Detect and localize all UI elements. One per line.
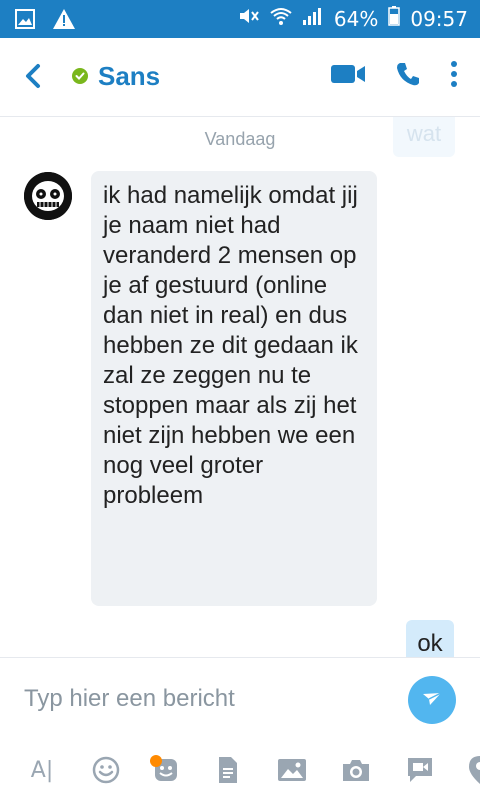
new-badge bbox=[150, 755, 162, 767]
battery-icon bbox=[388, 6, 401, 31]
status-left-icons bbox=[14, 8, 76, 35]
more-vertical-icon bbox=[451, 61, 457, 87]
status-bar: 64% 09:57 bbox=[0, 0, 480, 38]
outgoing-message[interactable]: ok bbox=[406, 620, 454, 660]
conversation-header: Sans bbox=[0, 38, 480, 117]
message-input[interactable] bbox=[22, 678, 386, 720]
send-icon bbox=[423, 692, 442, 705]
more-options-button[interactable] bbox=[450, 60, 458, 93]
clock: 09:57 bbox=[410, 6, 468, 31]
voice-call-button[interactable] bbox=[394, 60, 422, 93]
signal-icon bbox=[302, 6, 324, 31]
status-right-icons: 64% 09:57 bbox=[238, 6, 468, 31]
gallery-icon[interactable] bbox=[272, 750, 312, 790]
phone-icon bbox=[397, 63, 419, 86]
video-message-icon[interactable] bbox=[400, 750, 440, 790]
video-camera-icon bbox=[331, 65, 365, 83]
video-call-button[interactable] bbox=[330, 62, 366, 91]
send-button[interactable] bbox=[408, 676, 456, 724]
skull-avatar-icon bbox=[24, 172, 72, 220]
emoticon-icon[interactable] bbox=[86, 750, 126, 790]
battery-percentage: 64% bbox=[333, 6, 379, 31]
warning-icon bbox=[52, 8, 76, 35]
incoming-message[interactable]: ik had namelijk omdat jij je naam niet h… bbox=[91, 171, 377, 606]
message-composer bbox=[0, 657, 480, 741]
online-status-icon bbox=[72, 68, 88, 84]
header-actions bbox=[330, 60, 458, 93]
back-button[interactable] bbox=[20, 62, 48, 90]
font-icon[interactable]: A| bbox=[22, 750, 62, 790]
file-icon[interactable] bbox=[208, 750, 248, 790]
back-arrow-icon bbox=[20, 64, 48, 94]
gallery-notification-icon bbox=[14, 8, 36, 35]
sticker-icon[interactable] bbox=[146, 750, 186, 790]
avatar[interactable] bbox=[24, 172, 72, 220]
camera-icon[interactable] bbox=[336, 750, 376, 790]
date-separator: Vandaag bbox=[204, 129, 276, 149]
message-list[interactable]: wat Vandaag ik had namelijk omdat jij je… bbox=[0, 117, 480, 660]
wifi-icon bbox=[270, 6, 292, 31]
mute-icon bbox=[238, 6, 260, 31]
composer-toolbar: A| bbox=[0, 740, 480, 800]
contact-name[interactable]: Sans bbox=[98, 61, 160, 92]
location-icon[interactable] bbox=[460, 750, 480, 790]
